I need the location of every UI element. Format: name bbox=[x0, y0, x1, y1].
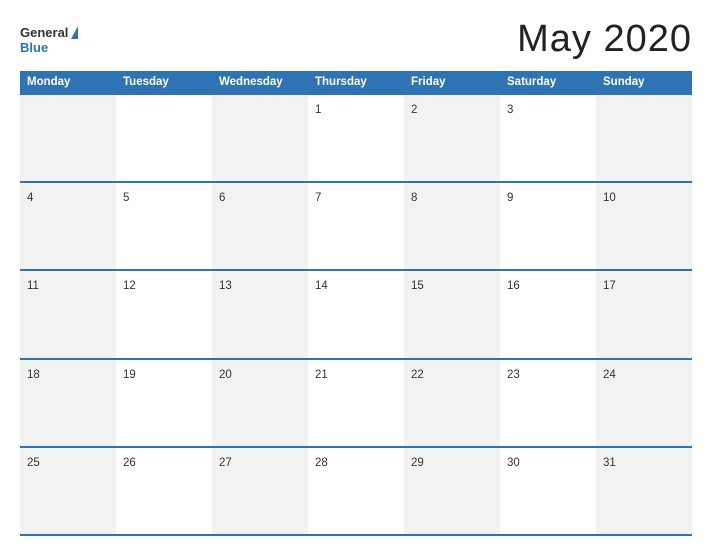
day-cell: 10 bbox=[596, 183, 692, 269]
day-number: 1 bbox=[315, 104, 321, 116]
day-number: 5 bbox=[123, 192, 129, 204]
day-number: 30 bbox=[507, 457, 520, 469]
days-header: Monday Tuesday Wednesday Thursday Friday… bbox=[20, 71, 692, 93]
day-cell: 29 bbox=[404, 448, 500, 534]
week-row: 25 26 27 28 29 30 31 bbox=[20, 446, 692, 536]
day-thursday: Thursday bbox=[308, 71, 404, 93]
day-cell: 26 bbox=[116, 448, 212, 534]
day-cell bbox=[596, 95, 692, 181]
day-cell: 27 bbox=[212, 448, 308, 534]
day-number: 27 bbox=[219, 457, 232, 469]
day-cell: 20 bbox=[212, 360, 308, 446]
day-number: 11 bbox=[27, 280, 39, 292]
weeks: 1234567891011121314151617181920212223242… bbox=[20, 93, 692, 536]
week-row: 18 19 20 21 22 23 24 bbox=[20, 358, 692, 446]
day-cell: 24 bbox=[596, 360, 692, 446]
day-number: 20 bbox=[219, 369, 232, 381]
logo-triangle-icon bbox=[71, 26, 78, 39]
day-number: 23 bbox=[507, 369, 520, 381]
logo-blue-text: Blue bbox=[20, 40, 48, 55]
day-cell: 28 bbox=[308, 448, 404, 534]
day-cell: 13 bbox=[212, 271, 308, 357]
calendar: Monday Tuesday Wednesday Thursday Friday… bbox=[20, 71, 692, 536]
day-number: 21 bbox=[315, 369, 328, 381]
day-monday: Monday bbox=[20, 71, 116, 93]
day-number: 24 bbox=[603, 369, 616, 381]
day-number: 16 bbox=[507, 280, 520, 292]
day-number: 15 bbox=[411, 280, 424, 292]
day-number: 31 bbox=[603, 457, 616, 469]
logo-general-text: General bbox=[20, 25, 68, 40]
day-number: 4 bbox=[27, 192, 33, 204]
week-row: 1 2 3 bbox=[20, 93, 692, 181]
day-cell: 22 bbox=[404, 360, 500, 446]
day-number: 12 bbox=[123, 280, 136, 292]
day-number: 10 bbox=[603, 192, 616, 204]
day-cell: 31 bbox=[596, 448, 692, 534]
day-cell: 30 bbox=[500, 448, 596, 534]
day-cell: 8 bbox=[404, 183, 500, 269]
day-number: 2 bbox=[411, 104, 417, 116]
day-cell: 11 bbox=[20, 271, 116, 357]
day-cell: 12 bbox=[116, 271, 212, 357]
day-cell: 9 bbox=[500, 183, 596, 269]
day-cell bbox=[212, 95, 308, 181]
day-cell: 19 bbox=[116, 360, 212, 446]
day-cell: 23 bbox=[500, 360, 596, 446]
day-number: 13 bbox=[219, 280, 232, 292]
week-row: 11 12 13 14 15 16 17 bbox=[20, 269, 692, 357]
day-cell: 17 bbox=[596, 271, 692, 357]
day-number: 18 bbox=[27, 369, 40, 381]
month-title: May 2020 bbox=[517, 18, 692, 61]
day-cell: 2 bbox=[404, 95, 500, 181]
day-number: 6 bbox=[219, 192, 225, 204]
day-number: 14 bbox=[315, 280, 328, 292]
day-cell: 21 bbox=[308, 360, 404, 446]
day-number: 22 bbox=[411, 369, 424, 381]
day-cell bbox=[116, 95, 212, 181]
day-saturday: Saturday bbox=[500, 71, 596, 93]
week-row: 4 5 6 7 8 9 10 bbox=[20, 181, 692, 269]
day-cell: 16 bbox=[500, 271, 596, 357]
day-wednesday: Wednesday bbox=[212, 71, 308, 93]
day-sunday: Sunday bbox=[596, 71, 692, 93]
day-cell bbox=[20, 95, 116, 181]
day-cell: 1 bbox=[308, 95, 404, 181]
day-friday: Friday bbox=[404, 71, 500, 93]
day-cell: 14 bbox=[308, 271, 404, 357]
day-number: 28 bbox=[315, 457, 328, 469]
day-cell: 6 bbox=[212, 183, 308, 269]
day-cell: 3 bbox=[500, 95, 596, 181]
calendar-page: GeneralBlue May 2020 Monday Tuesday Wedn… bbox=[0, 0, 712, 550]
day-cell: 5 bbox=[116, 183, 212, 269]
day-number: 9 bbox=[507, 192, 513, 204]
day-number: 26 bbox=[123, 457, 136, 469]
day-number: 7 bbox=[315, 192, 321, 204]
day-cell: 18 bbox=[20, 360, 116, 446]
day-number: 8 bbox=[411, 192, 417, 204]
day-cell: 7 bbox=[308, 183, 404, 269]
day-cell: 25 bbox=[20, 448, 116, 534]
day-number: 25 bbox=[27, 457, 40, 469]
day-number: 29 bbox=[411, 457, 424, 469]
day-cell: 4 bbox=[20, 183, 116, 269]
day-number: 17 bbox=[603, 280, 616, 292]
day-cell: 15 bbox=[404, 271, 500, 357]
header: GeneralBlue May 2020 bbox=[20, 18, 692, 61]
day-number: 3 bbox=[507, 104, 513, 116]
logo: GeneralBlue bbox=[20, 25, 78, 55]
day-number: 19 bbox=[123, 369, 136, 381]
day-tuesday: Tuesday bbox=[116, 71, 212, 93]
